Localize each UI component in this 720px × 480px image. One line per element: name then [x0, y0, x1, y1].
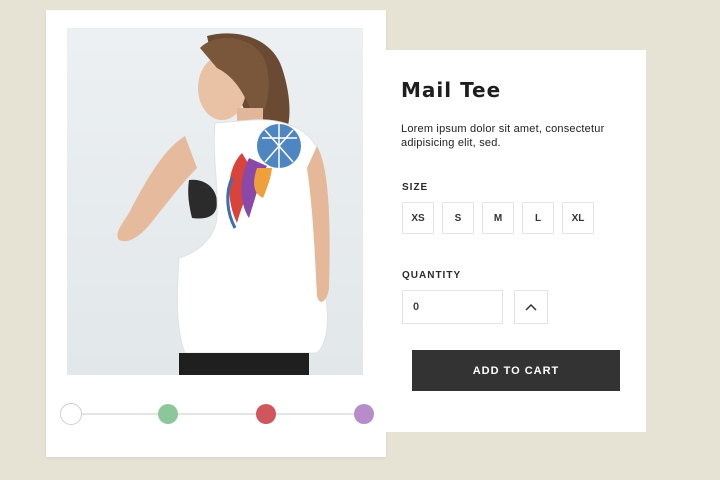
product-card	[46, 10, 386, 457]
quantity-increase-button[interactable]	[514, 290, 548, 324]
product-photo	[67, 28, 363, 375]
quantity-label: QUANTITY	[402, 270, 462, 281]
product-title: Mail Tee	[401, 78, 502, 102]
chevron-up-icon	[525, 303, 537, 311]
add-to-cart-button[interactable]: ADD TO CART	[412, 350, 620, 391]
product-details: Mail Tee Lorem ipsum dolor sit amet, con…	[386, 50, 646, 432]
swatch-green[interactable]	[158, 404, 178, 424]
model-illustration	[117, 33, 330, 375]
size-option-xl[interactable]: XL	[562, 202, 594, 234]
swatch-red[interactable]	[256, 404, 276, 424]
size-options: XS S M L XL	[402, 202, 594, 234]
product-description: Lorem ipsum dolor sit amet, consectetur …	[401, 123, 605, 149]
swatch-track	[72, 413, 362, 415]
size-label: SIZE	[402, 182, 429, 193]
size-option-m[interactable]: M	[482, 202, 514, 234]
quantity-input[interactable]	[402, 290, 503, 324]
size-option-xs[interactable]: XS	[402, 202, 434, 234]
swatch-white[interactable]	[60, 403, 82, 425]
size-option-l[interactable]: L	[522, 202, 554, 234]
size-option-s[interactable]: S	[442, 202, 474, 234]
color-swatches	[60, 402, 374, 426]
swatch-purple[interactable]	[354, 404, 374, 424]
